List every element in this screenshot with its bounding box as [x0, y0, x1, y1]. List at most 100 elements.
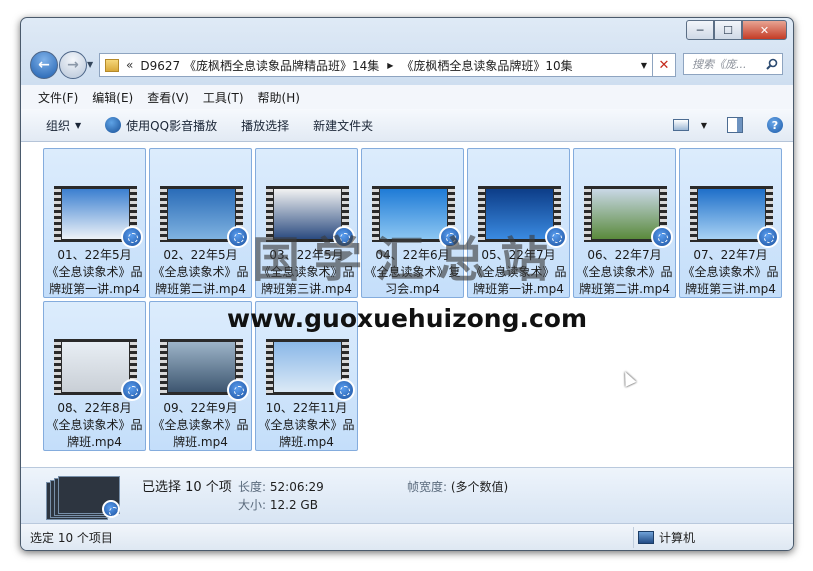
search-icon[interactable]	[766, 58, 778, 70]
menu-edit[interactable]: 编辑(E)	[92, 89, 133, 106]
frame-width-row: 帧宽度: (多个数值)	[407, 478, 508, 495]
menu-help[interactable]: 帮助(H)	[258, 89, 300, 106]
menu-view[interactable]: 查看(V)	[147, 89, 189, 106]
video-frame	[168, 342, 235, 392]
status-location: 计算机	[633, 527, 793, 548]
menu-tools[interactable]: 工具(T)	[203, 89, 244, 106]
organize-label: 组织	[46, 118, 71, 133]
video-frame	[486, 189, 553, 239]
file-tile[interactable]: 10、22年11月《全息读象术》品牌班.mp4	[255, 301, 358, 451]
file-tile[interactable]: 01、22年5月《全息读象术》品牌班第一讲.mp4	[43, 148, 146, 298]
file-tile[interactable]: 09、22年9月《全息读象术》品牌班.mp4	[149, 301, 252, 451]
file-tile[interactable]: 08、22年8月《全息读象术》品牌班.mp4	[43, 301, 146, 451]
play-selection-button[interactable]: 播放选择	[241, 117, 289, 134]
help-icon[interactable]: ?	[767, 117, 783, 133]
file-tile[interactable]: 02、22年5月《全息读象术》品牌班第二讲.mp4	[149, 148, 252, 298]
status-selection-text: 选定 10 个项目	[30, 531, 113, 545]
file-tile[interactable]: 03、22年5月《全息读象术》品牌班第三讲.mp4	[255, 148, 358, 298]
video-frame	[698, 189, 765, 239]
breadcrumb-current[interactable]: 《庞枫栖全息读象品牌班》10集	[401, 57, 572, 74]
qq-player-badge-icon	[439, 226, 461, 248]
qq-player-badge-icon	[227, 379, 249, 401]
toolbar-right: ▼ ?	[672, 109, 783, 141]
file-name: 07、22年7月《全息读象术》品牌班第三讲.mp4	[682, 248, 779, 296]
play-selection-label: 播放选择	[241, 118, 290, 133]
file-name: 09、22年9月《全息读象术》品牌班.mp4	[152, 401, 249, 449]
file-name: 03、22年5月《全息读象术》品牌班第三讲.mp4	[258, 248, 355, 296]
back-button[interactable]: ←	[30, 51, 58, 79]
play-with-qq-button[interactable]: 使用QQ影音播放	[105, 117, 217, 134]
qq-player-badge-icon	[545, 226, 567, 248]
menu-bar: 文件(F) 编辑(E) 查看(V) 工具(T) 帮助(H)	[21, 85, 793, 110]
length-label: 长度:	[238, 480, 267, 494]
qq-player-badge-icon	[333, 379, 355, 401]
frame-width-value: (多个数值)	[450, 480, 509, 494]
forward-button[interactable]: →	[59, 51, 87, 79]
organize-button[interactable]: 组织 ▼	[46, 117, 81, 134]
computer-icon	[638, 531, 654, 544]
file-name: 04、22年6月《全息读象术》复习会.mp4	[364, 248, 461, 296]
status-bar: 选定 10 个项目 计算机	[21, 523, 793, 550]
qq-player-badge-icon	[333, 226, 355, 248]
menu-file[interactable]: 文件(F)	[38, 89, 78, 106]
breadcrumb-overflow-chevron[interactable]: «	[126, 58, 133, 72]
video-frame	[274, 342, 341, 392]
folder-icon	[105, 58, 119, 72]
file-name: 10、22年11月《全息读象术》品牌班.mp4	[258, 401, 355, 449]
command-bar: 组织 ▼ 使用QQ影音播放 播放选择 新建文件夹 ▼ ?	[21, 109, 793, 142]
new-folder-label: 新建文件夹	[313, 118, 374, 133]
search-box[interactable]: 搜索《庞...	[683, 53, 783, 75]
preview-pane-icon[interactable]	[727, 117, 743, 133]
selection-count: 已选择 10 个项	[142, 480, 232, 495]
close-button[interactable]: ✕	[742, 20, 787, 40]
file-name: 05、22年7月《全息读象术》品牌班第一讲.mp4	[470, 248, 567, 296]
status-location-text: 计算机	[659, 531, 696, 545]
frame-width-label: 帧宽度:	[407, 480, 448, 494]
address-dropdown-icon[interactable]: ▼	[641, 61, 647, 70]
view-options-chevron-icon[interactable]: ▼	[701, 121, 707, 130]
stop-button[interactable]: ✕	[652, 53, 676, 77]
chevron-down-icon: ▼	[75, 120, 82, 130]
file-tile[interactable]: 06、22年7月《全息读象术》品牌班第二讲.mp4	[573, 148, 676, 298]
file-name: 02、22年5月《全息读象术》品牌班第二讲.mp4	[152, 248, 249, 296]
maximize-button[interactable]: ☐	[714, 20, 742, 40]
selection-thumbnail-stack	[46, 476, 120, 520]
qq-player-icon	[105, 117, 122, 133]
file-name: 08、22年8月《全息读象术》品牌班.mp4	[46, 401, 143, 449]
size-value: 12.2 GB	[269, 498, 318, 512]
qq-player-badge-icon	[227, 226, 249, 248]
length-row: 长度: 52:06:29	[238, 478, 324, 495]
video-frame	[168, 189, 235, 239]
file-name: 01、22年5月《全息读象术》品牌班第一讲.mp4	[46, 248, 143, 296]
details-pane: 已选择 10 个项 长度: 52:06:29 大小: 12.2 GB 帧宽度: …	[21, 467, 793, 524]
breadcrumb-separator-icon[interactable]: ▶	[387, 61, 393, 70]
file-tile[interactable]: 04、22年6月《全息读象术》复习会.mp4	[361, 148, 464, 298]
size-label: 大小:	[238, 498, 267, 512]
minimize-button[interactable]: ─	[686, 20, 714, 40]
qq-player-badge-icon	[757, 226, 779, 248]
change-view-icon[interactable]	[672, 119, 689, 131]
new-folder-button[interactable]: 新建文件夹	[313, 117, 373, 134]
qq-player-badge-icon	[651, 226, 673, 248]
file-name: 06、22年7月《全息读象术》品牌班第二讲.mp4	[576, 248, 673, 296]
qq-player-badge-icon	[121, 226, 143, 248]
video-frame	[62, 342, 129, 392]
play-qq-label: 使用QQ影音播放	[126, 118, 218, 133]
breadcrumb-parent[interactable]: D9627 《庞枫栖全息读象品牌精品班》14集	[140, 57, 379, 74]
file-tile[interactable]: 07、22年7月《全息读象术》品牌班第三讲.mp4	[679, 148, 782, 298]
search-placeholder: 搜索《庞...	[692, 58, 747, 71]
file-list: 01、22年5月《全息读象术》品牌班第一讲.mp4 02、22年5月《全息读象术》…	[21, 142, 793, 476]
video-frame	[592, 189, 659, 239]
recent-pages-dropdown-icon[interactable]: ▼	[87, 60, 93, 69]
address-bar[interactable]: « D9627 《庞枫栖全息读象品牌精品班》14集 ▶ 《庞枫栖全息读象品牌班》…	[99, 53, 653, 77]
navigation-bar: ← → ▼ « D9627 《庞枫栖全息读象品牌精品班》14集 ▶ 《庞枫栖全息…	[21, 48, 793, 84]
explorer-window: ─ ☐ ✕ ← → ▼ « D9627 《庞枫栖全息读象品牌精品班》14集 ▶ …	[20, 17, 794, 551]
video-frame	[274, 189, 341, 239]
mouse-cursor-icon	[619, 369, 637, 387]
qq-player-badge-icon	[102, 500, 120, 518]
video-frame	[380, 189, 447, 239]
window-controls: ─ ☐ ✕	[686, 20, 787, 40]
qq-player-badge-icon	[121, 379, 143, 401]
size-row: 大小: 12.2 GB	[238, 496, 318, 513]
file-tile[interactable]: 05、22年7月《全息读象术》品牌班第一讲.mp4	[467, 148, 570, 298]
